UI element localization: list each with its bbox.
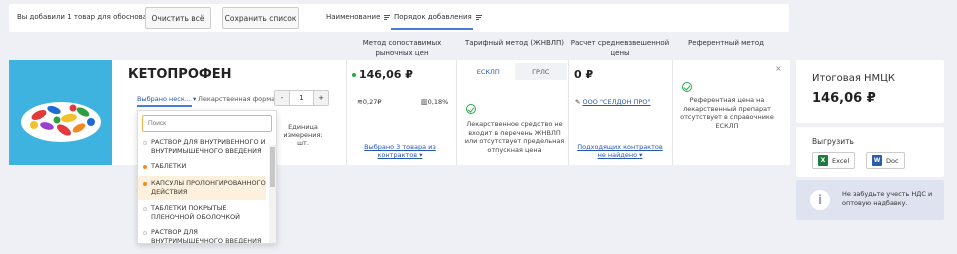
- tariff-tabs: ЕСКЛП ГРЛС: [462, 63, 567, 80]
- increment-button[interactable]: +: [313, 91, 328, 105]
- summary-total: 146,06 ₽: [812, 91, 876, 106]
- excel-label: Excel: [832, 156, 850, 165]
- option-label: РАСТВОР ДЛЯ ВНУТРИВЕННОГО И ВНУТРИМЫШЕЧН…: [151, 138, 266, 155]
- check-icon: [682, 82, 692, 92]
- tab-underline: [137, 105, 192, 107]
- tab-selected-label: Выбрано неск...: [137, 95, 191, 103]
- export-excel-button[interactable]: X Excel: [812, 152, 856, 169]
- option-label: КАПСУЛЫ ПРОЛОНГИРОВАННОГО ДЕЙСТВИЯ: [151, 179, 266, 196]
- product-title: КЕТОПРОФЕН: [128, 67, 232, 82]
- divider: [672, 60, 673, 165]
- sort-icon: [475, 14, 482, 20]
- stat-percent: ▥0,18%: [421, 98, 448, 106]
- market-price: 146,06 ₽: [352, 68, 413, 81]
- list-item[interactable]: РАСТВОР ДЛЯ ВНУТРИМЫШЕЧНОГО ВВЕДЕНИЯ: [138, 228, 266, 244]
- product-image: [9, 60, 112, 165]
- unit-label: Единица измерения: шт.: [283, 123, 323, 147]
- info-panel: i Не забудьте учесть НДС и оптовую надба…: [796, 180, 944, 220]
- close-icon[interactable]: ×: [775, 64, 782, 73]
- dropdown-search-input[interactable]: [142, 115, 272, 132]
- save-list-button[interactable]: Сохранить список: [222, 7, 299, 29]
- divider: [456, 60, 457, 165]
- col-tariff-header: Тарифный метод (ЖНВЛП): [464, 39, 565, 47]
- tab-dosage-form[interactable]: Лекарственная форма: [198, 95, 275, 103]
- divider: [346, 60, 347, 165]
- weighted-link-text: Подходящих контрактов не найдено: [577, 143, 663, 159]
- option-label: РАСТВОР ДЛЯ ВНУТРИМЫШЕЧНОГО ВВЕДЕНИЯ: [151, 228, 262, 244]
- tariff-note: Лекарственное средство не входит в переч…: [464, 120, 565, 154]
- supplier-text: ООО "СЕЛДОН ПРО": [582, 98, 651, 106]
- col-weighted-header: Расчет средневзвешенной цены: [570, 39, 670, 57]
- export-label: Выгрузить: [812, 137, 854, 146]
- sort-icon: [384, 14, 391, 20]
- weighted-contracts-link[interactable]: Подходящих контрактов не найдено ▾: [574, 143, 666, 159]
- decrement-button[interactable]: -: [275, 91, 290, 105]
- summary-panel: Итоговая НМЦК 146,06 ₽: [796, 60, 944, 123]
- weighted-price: 0 ₽: [574, 68, 594, 81]
- dropdown-scrollbar[interactable]: [269, 145, 276, 243]
- added-count-text: Вы добавили 1 товар для обоснования: [17, 13, 161, 21]
- tab-esklp[interactable]: ЕСКЛП: [462, 63, 515, 80]
- divider: [568, 60, 569, 165]
- info-text: Не забудьте учесть НДС и оптовую надбавк…: [842, 190, 933, 207]
- list-item[interactable]: РАСТВОР ДЛЯ ВНУТРИВЕННОГО И ВНУТРИМЫШЕЧН…: [138, 138, 266, 156]
- market-price-value: 146,06 ₽: [359, 68, 413, 81]
- summary-title: Итоговая НМЦК: [812, 73, 896, 84]
- market-link-text: Выбрано 3 товара из контрактов: [364, 143, 436, 159]
- export-doc-button[interactable]: W Doc: [866, 152, 905, 169]
- excel-icon: X: [818, 155, 828, 166]
- chart-icon: ▥: [421, 98, 428, 106]
- list-item[interactable]: ТАБЛЕТКИ ПОКРЫТЫЕ ПЛЕНОЧНОЙ ОБОЛОЧКОЙ: [138, 204, 266, 222]
- chevron-down-icon: ▾: [419, 151, 423, 159]
- chevron-down-icon: ▾: [193, 95, 197, 103]
- active-sort-underline: [391, 28, 473, 30]
- list-item[interactable]: КАПСУЛЫ ПРОЛОНГИРОВАННОГО ДЕЙСТВИЯ: [138, 176, 266, 200]
- status-dot-icon: [352, 73, 356, 77]
- check-icon: [466, 104, 476, 114]
- supplier-link[interactable]: ✎ ООО "СЕЛДОН ПРО": [575, 98, 651, 106]
- sort-name-label: Наименование: [326, 13, 381, 21]
- sort-order-label: Порядок добавления: [394, 13, 472, 21]
- col-reference-header: Референтный метод: [688, 39, 764, 47]
- stat2-value: 0,18%: [427, 98, 449, 106]
- market-contracts-link[interactable]: Выбрано 3 товара из контрактов ▾: [360, 143, 440, 159]
- chevron-down-icon: ▾: [639, 151, 643, 159]
- toolbar: Вы добавили 1 товар для обоснования Очис…: [9, 4, 789, 32]
- pencil-icon: ✎: [575, 98, 581, 106]
- stat1-value: 0,27₽: [362, 98, 382, 106]
- tab-grls[interactable]: ГРЛС: [514, 63, 567, 80]
- dosage-form-dropdown: РАСТВОР ДЛЯ ВНУТРИВЕННОГО И ВНУТРИМЫШЕЧН…: [137, 110, 277, 244]
- quantity-input[interactable]: 1: [290, 91, 313, 105]
- stat-variation: ≋0,27₽: [357, 98, 381, 106]
- tab-selected-forms[interactable]: Выбрано неск... ▾: [137, 95, 196, 103]
- option-label: ТАБЛЕТКИ ПОКРЫТЫЕ ПЛЕНОЧНОЙ ОБОЛОЧКОЙ: [151, 204, 241, 221]
- word-icon: W: [872, 155, 882, 166]
- option-label: ТАБЛЕТКИ: [151, 162, 187, 170]
- list-item[interactable]: ТАБЛЕТКИ: [138, 162, 266, 171]
- reference-note: Референтная цена на лекарственный препар…: [680, 96, 774, 130]
- col-market-header: Метод сопоставимых рыночных цен: [362, 39, 442, 57]
- quantity-stepper[interactable]: - 1 +: [274, 90, 329, 106]
- sort-by-name[interactable]: Наименование: [326, 13, 391, 21]
- scrollbar-thumb[interactable]: [270, 147, 275, 187]
- clear-all-button[interactable]: Очистить всё: [145, 7, 211, 29]
- sort-by-order[interactable]: Порядок добавления: [394, 13, 482, 21]
- info-icon: i: [810, 190, 830, 210]
- doc-label: Doc: [886, 156, 899, 165]
